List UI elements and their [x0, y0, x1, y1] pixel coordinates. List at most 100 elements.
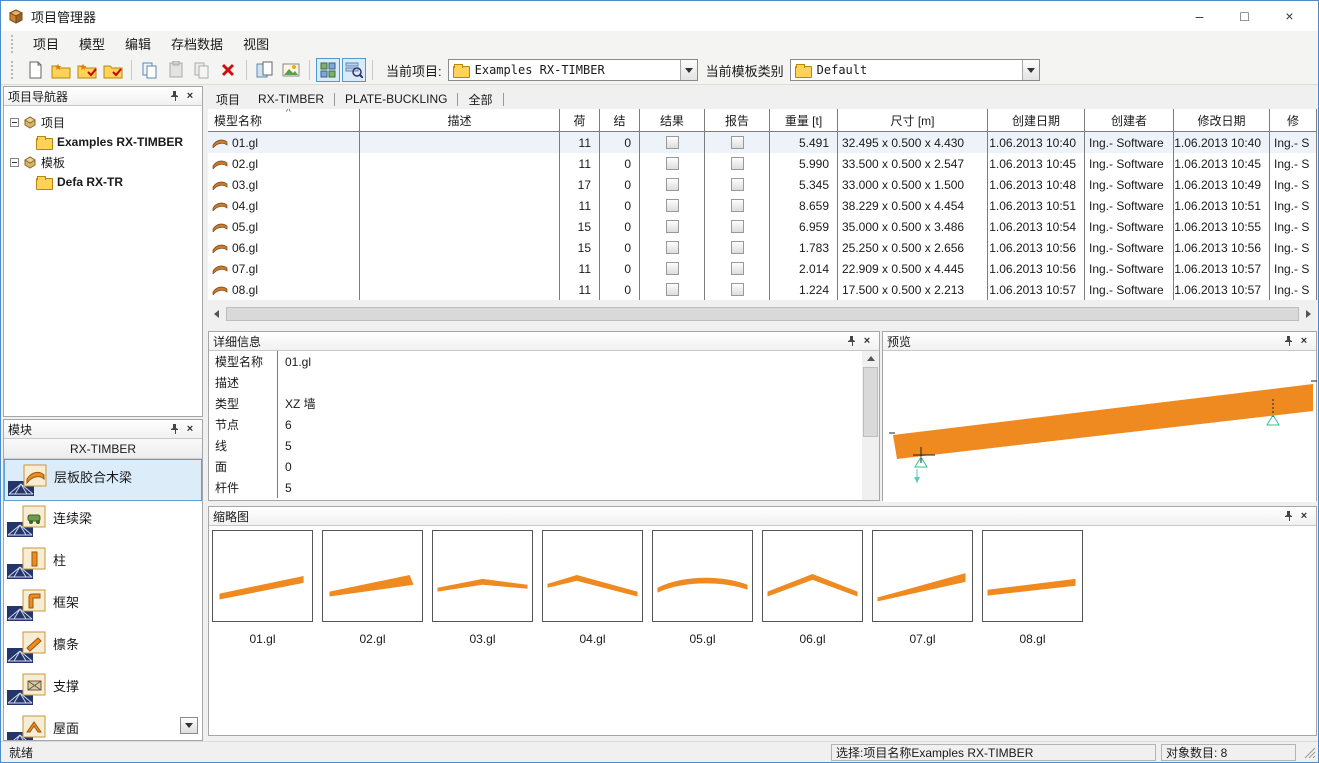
module-item-frame[interactable]: 框架: [4, 585, 202, 627]
module-item-column[interactable]: 柱: [4, 543, 202, 585]
cell-result-cases[interactable]: 0: [600, 195, 640, 216]
tree-node-templates[interactable]: 模板: [8, 152, 198, 172]
cell-description[interactable]: [360, 174, 560, 195]
cell-created-date[interactable]: 1.06.2013 10:57: [988, 279, 1085, 300]
cell-size[interactable]: 22.909 x 0.500 x 4.445: [838, 258, 988, 279]
cell-creator[interactable]: Ing.- Software: [1085, 132, 1174, 153]
report-checkbox[interactable]: [731, 199, 744, 212]
copy-icon[interactable]: [138, 58, 162, 82]
col-created-date[interactable]: 创建日期: [988, 109, 1085, 131]
cell-model-name[interactable]: 04.gl: [208, 195, 360, 216]
cell-created-date[interactable]: 1.06.2013 10:40: [988, 132, 1085, 153]
cell-modified-date[interactable]: 1.06.2013 10:56: [1174, 237, 1270, 258]
close-icon[interactable]: ×: [859, 334, 875, 349]
paste-icon[interactable]: [164, 58, 188, 82]
close-icon[interactable]: ×: [182, 89, 198, 104]
cell-modifier[interactable]: Ing.- S: [1270, 258, 1317, 279]
table-row[interactable]: 04.gl1108.65938.229 x 0.500 x 4.4541.06.…: [208, 195, 1317, 216]
menu-project[interactable]: 项目: [24, 31, 68, 56]
maximize-button[interactable]: □: [1222, 2, 1267, 30]
report-checkbox[interactable]: [731, 157, 744, 170]
tab-plate-buckling[interactable]: PLATE-BUCKLING: [337, 90, 455, 108]
cell-modified-date[interactable]: 1.06.2013 10:57: [1174, 258, 1270, 279]
cell-description[interactable]: [360, 258, 560, 279]
cell-model-name[interactable]: 08.gl: [208, 279, 360, 300]
scrollbar-thumb[interactable]: [226, 307, 1299, 321]
cell-modified-date[interactable]: 1.06.2013 10:57: [1174, 279, 1270, 300]
pin-icon[interactable]: [166, 89, 182, 104]
report-checkbox[interactable]: [731, 283, 744, 296]
thumbnail-card[interactable]: 02.gl: [322, 530, 423, 646]
result-checkbox[interactable]: [666, 220, 679, 233]
table-horizontal-scrollbar[interactable]: [208, 306, 1317, 322]
chevron-down-icon[interactable]: [680, 60, 697, 80]
grid-view-icon[interactable]: [316, 58, 340, 82]
cell-load-cases[interactable]: 11: [560, 132, 600, 153]
cell-result-cases[interactable]: 0: [600, 174, 640, 195]
col-modifier[interactable]: 修: [1270, 109, 1317, 131]
col-weight[interactable]: 重量 [t]: [770, 109, 838, 131]
col-modified-date[interactable]: 修改日期: [1174, 109, 1270, 131]
report-checkbox[interactable]: [731, 262, 744, 275]
cell-modifier[interactable]: Ing.- S: [1270, 174, 1317, 195]
cell-weight[interactable]: 8.659: [770, 195, 838, 216]
module-item-roof[interactable]: 屋面: [4, 711, 202, 740]
thumbnail-card[interactable]: 03.gl: [432, 530, 533, 646]
table-row[interactable]: 05.gl1506.95935.000 x 0.500 x 3.4861.06.…: [208, 216, 1317, 237]
module-item-glulam-beam[interactable]: 层板胶合木梁: [4, 459, 202, 501]
tree-item-default-template[interactable]: Defa RX-TR: [8, 172, 198, 192]
cell-modifier[interactable]: Ing.- S: [1270, 216, 1317, 237]
cell-created-date[interactable]: 1.06.2013 10:56: [988, 258, 1085, 279]
cell-weight[interactable]: 6.959: [770, 216, 838, 237]
result-checkbox[interactable]: [666, 241, 679, 254]
result-checkbox[interactable]: [666, 262, 679, 275]
menu-archive-data[interactable]: 存档数据: [162, 31, 232, 56]
cell-created-date[interactable]: 1.06.2013 10:54: [988, 216, 1085, 237]
cell-creator[interactable]: Ing.- Software: [1085, 174, 1174, 195]
cell-model-name[interactable]: 01.gl: [208, 132, 360, 153]
cell-size[interactable]: 33.000 x 0.500 x 1.500: [838, 174, 988, 195]
module-item-continuous-beam[interactable]: 连续梁: [4, 501, 202, 543]
cell-description[interactable]: [360, 195, 560, 216]
cell-description[interactable]: [360, 237, 560, 258]
cell-model-name[interactable]: 06.gl: [208, 237, 360, 258]
cell-creator[interactable]: Ing.- Software: [1085, 216, 1174, 237]
table-row[interactable]: 06.gl1501.78325.250 x 0.500 x 2.6561.06.…: [208, 237, 1317, 258]
tree-item-examples-rx-timber[interactable]: Examples RX-TIMBER: [8, 132, 198, 152]
cell-model-name[interactable]: 05.gl: [208, 216, 360, 237]
cell-weight[interactable]: 1.783: [770, 237, 838, 258]
cell-result-cases[interactable]: 0: [600, 132, 640, 153]
cell-result-cases[interactable]: 0: [600, 153, 640, 174]
delete-icon[interactable]: [216, 58, 240, 82]
result-checkbox[interactable]: [666, 199, 679, 212]
cell-model-name[interactable]: 02.gl: [208, 153, 360, 174]
table-row[interactable]: 02.gl1105.99033.500 x 0.500 x 2.5471.06.…: [208, 153, 1317, 174]
thumbnail-card[interactable]: 05.gl: [652, 530, 753, 646]
pin-icon[interactable]: [1280, 334, 1296, 349]
cell-modified-date[interactable]: 1.06.2013 10:49: [1174, 174, 1270, 195]
pin-icon[interactable]: [166, 422, 182, 437]
cell-description[interactable]: [360, 153, 560, 174]
scroll-more-button[interactable]: [180, 717, 198, 734]
current-project-combo[interactable]: Examples RX-TIMBER: [448, 59, 698, 81]
module-item-purlin[interactable]: 檩条: [4, 627, 202, 669]
cell-created-date[interactable]: 1.06.2013 10:48: [988, 174, 1085, 195]
scroll-left-icon[interactable]: [208, 306, 225, 322]
cell-creator[interactable]: Ing.- Software: [1085, 153, 1174, 174]
col-model-name[interactable]: 模型名称^: [208, 109, 360, 131]
copy-model-icon[interactable]: [190, 58, 214, 82]
cell-load-cases[interactable]: 11: [560, 195, 600, 216]
cell-load-cases[interactable]: 17: [560, 174, 600, 195]
cell-weight[interactable]: 5.345: [770, 174, 838, 195]
cell-size[interactable]: 25.250 x 0.500 x 2.656: [838, 237, 988, 258]
pin-icon[interactable]: [1280, 509, 1296, 524]
result-checkbox[interactable]: [666, 178, 679, 191]
cell-modified-date[interactable]: 1.06.2013 10:40: [1174, 132, 1270, 153]
cell-result-cases[interactable]: 0: [600, 258, 640, 279]
cell-description[interactable]: [360, 279, 560, 300]
cell-modifier[interactable]: Ing.- S: [1270, 153, 1317, 174]
col-creator[interactable]: 创建者: [1085, 109, 1174, 131]
cell-modified-date[interactable]: 1.06.2013 10:45: [1174, 153, 1270, 174]
report-checkbox[interactable]: [731, 178, 744, 191]
cell-creator[interactable]: Ing.- Software: [1085, 258, 1174, 279]
